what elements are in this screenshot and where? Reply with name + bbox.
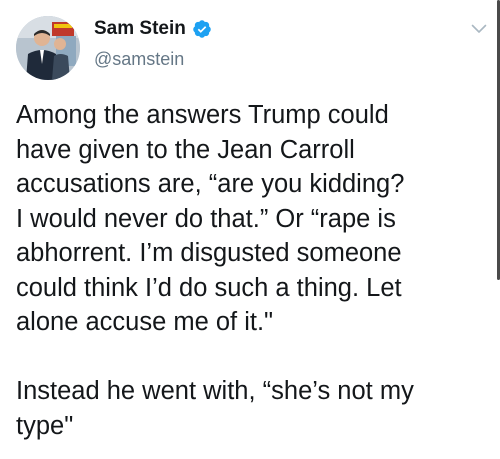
tweet-line: type" xyxy=(16,411,74,440)
tweet-line: could think I’d do such a thing. Let xyxy=(16,273,402,302)
chevron-down-icon xyxy=(471,24,487,33)
author-display-name[interactable]: Sam Stein xyxy=(94,18,186,40)
tweet-line: alone accuse me of it." xyxy=(16,308,274,336)
tweet-line: I would never do that.” Or “rape is xyxy=(16,204,396,233)
tweet-line: accusations are, “are you kidding? xyxy=(16,170,405,198)
tweet-line: Instead he went with, “she’s not my xyxy=(16,377,414,405)
profile-photo-icon xyxy=(16,16,80,80)
verified-badge-icon xyxy=(193,20,211,38)
tweet-line: Among the answers Trump could xyxy=(16,101,389,129)
tweet-line: abhorrent. I’m disgusted someone xyxy=(16,239,402,267)
author-handle[interactable]: @samstein xyxy=(94,49,184,70)
avatar[interactable] xyxy=(16,16,80,80)
author-name-row: Sam Stein xyxy=(94,18,212,40)
tweet-text: Among the answers Trump could have given… xyxy=(16,98,482,443)
more-options-button[interactable] xyxy=(466,16,492,42)
tweet-card: Sam Stein @samstein Among the answers Tr… xyxy=(0,0,500,459)
tweet-line: have given to the Jean Carroll xyxy=(16,135,355,164)
